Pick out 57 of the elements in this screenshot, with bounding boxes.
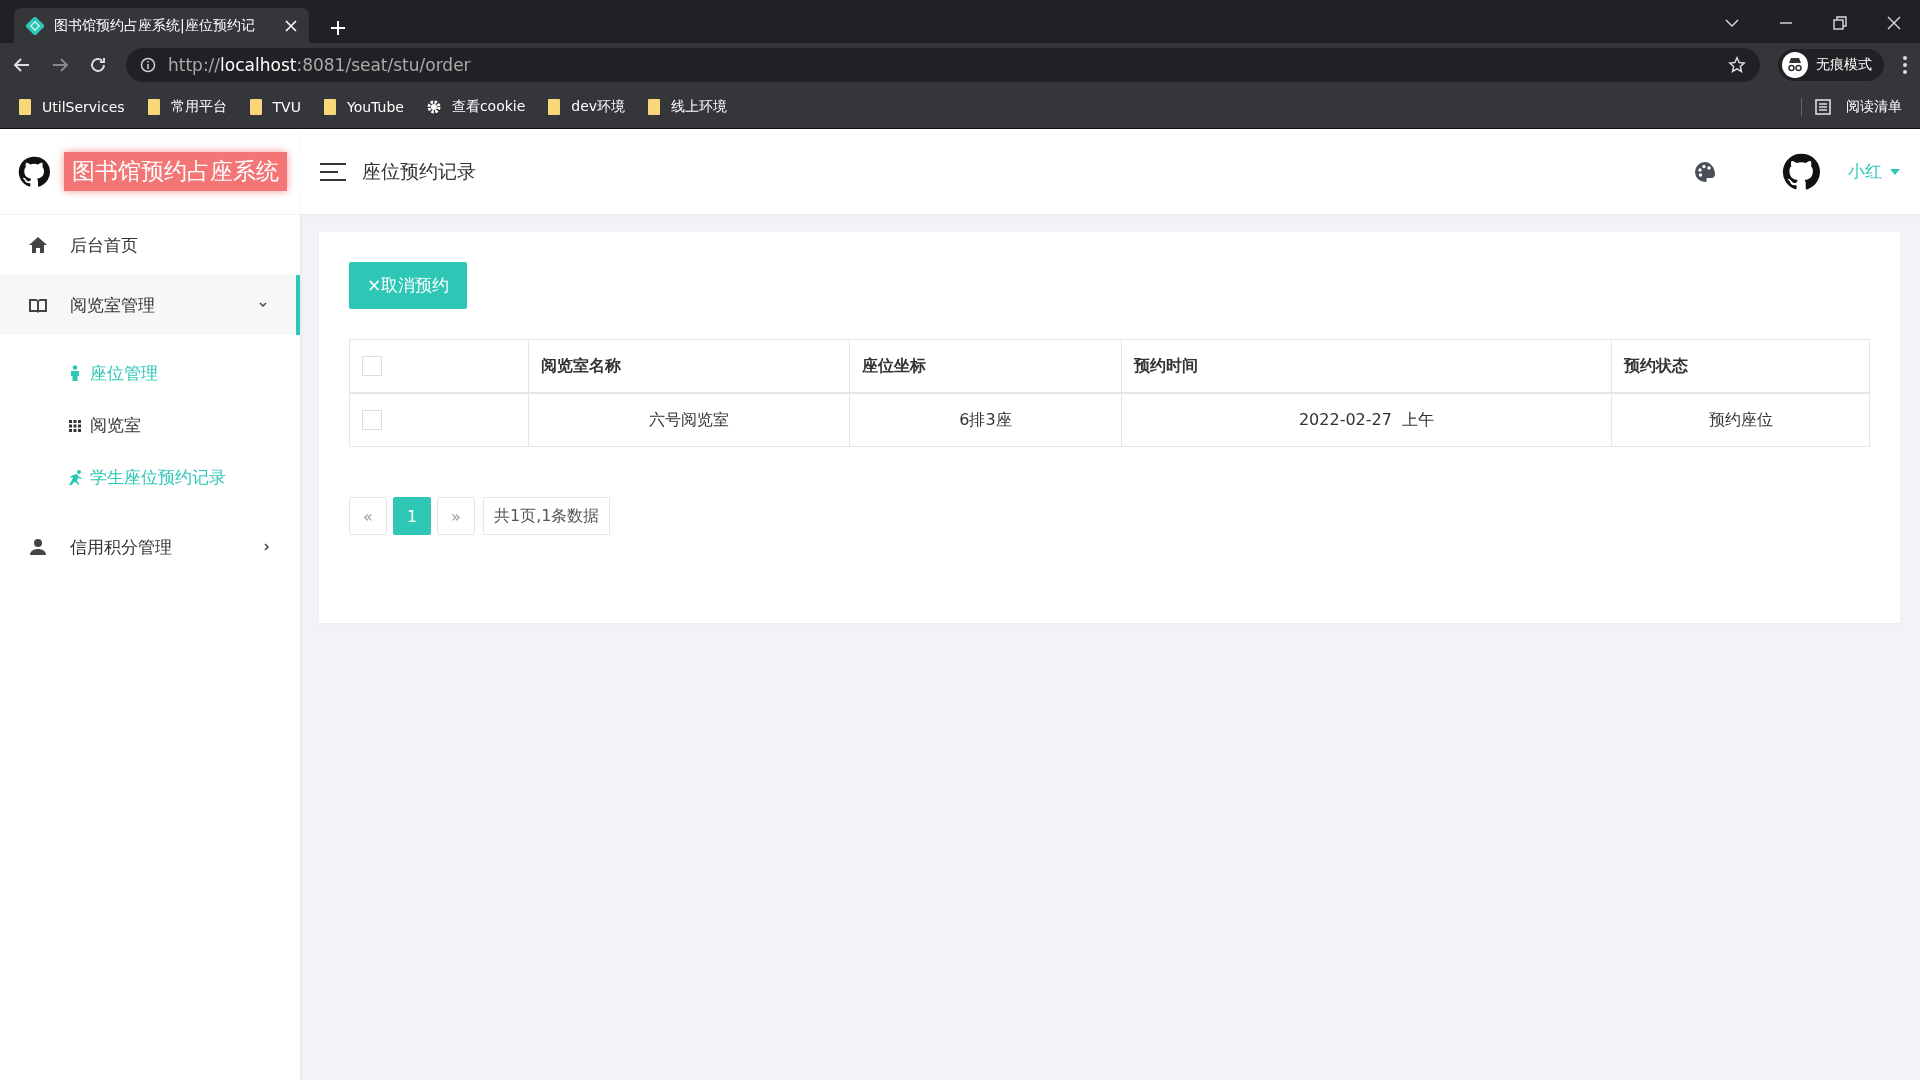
sidebar-item[interactable]: 后台首页 <box>0 215 300 275</box>
palette-icon[interactable] <box>1694 160 1716 183</box>
folder-icon <box>248 98 263 116</box>
bookmark[interactable]: 查看cookie <box>425 98 526 116</box>
app-title: 图书馆预约占座系统 <box>64 152 287 191</box>
table-cell: 六号阅览室 <box>528 393 850 447</box>
github-icon[interactable] <box>1782 152 1820 191</box>
menu-icon[interactable] <box>320 161 346 182</box>
table-cell: 6排3座 <box>849 393 1122 447</box>
sidebar-item[interactable]: 阅览室管理 <box>0 275 300 335</box>
column-header: 座位坐标 <box>849 339 1122 393</box>
info-icon <box>140 56 156 73</box>
sidebar-item[interactable]: 信用积分管理 <box>0 517 300 577</box>
browser-tab[interactable]: 图书馆预约占座系统|座位预约记 <box>14 8 309 43</box>
table-cell: 预约座位 <box>1611 393 1870 447</box>
incognito-badge[interactable]: 无痕模式 <box>1778 48 1884 81</box>
user-icon <box>28 537 48 557</box>
incognito-icon <box>1782 51 1808 78</box>
folder-icon <box>322 98 337 116</box>
new-tab-icon[interactable] <box>329 19 347 37</box>
runner-icon <box>68 469 82 485</box>
close-tab-icon[interactable] <box>285 19 297 32</box>
table-cell: 2022-02-27 上午 <box>1121 393 1612 447</box>
pagination-summary: 共1页,1条数据 <box>483 497 611 535</box>
close-icon[interactable] <box>1886 15 1902 31</box>
caret-icon <box>1890 168 1900 175</box>
column-header: 预约状态 <box>1611 339 1870 393</box>
chevron-icon <box>258 300 268 310</box>
site-icon <box>26 16 44 35</box>
folder-icon <box>647 98 662 116</box>
select-all-checkbox[interactable] <box>362 356 382 376</box>
gear-icon <box>425 98 442 116</box>
column-header: 预约时间 <box>1121 339 1612 393</box>
bookmark[interactable]: 常用平台 <box>146 98 227 116</box>
github-icon <box>18 155 50 188</box>
folder-icon <box>18 98 32 116</box>
chevron-icon <box>262 542 272 552</box>
bookmark[interactable]: TVU <box>248 98 301 116</box>
address-bar[interactable]: http://localhost:8081/seat/stu/order <box>126 47 1760 82</box>
bookmark[interactable]: dev环境 <box>547 98 626 116</box>
submenu-item[interactable]: 阅览室 <box>0 399 300 451</box>
reading-list[interactable]: 阅读清单 <box>1801 98 1902 116</box>
folder-icon <box>547 98 562 116</box>
bookmark[interactable]: 线上环境 <box>647 98 728 116</box>
grid-icon <box>68 417 82 433</box>
home-icon <box>28 235 48 255</box>
menu-icon[interactable] <box>1902 54 1908 75</box>
list-icon <box>1814 98 1832 116</box>
column-header: 阅览室名称 <box>528 339 850 393</box>
person-icon <box>68 365 82 381</box>
bookmark[interactable]: YouTube <box>322 98 404 116</box>
row-checkbox[interactable] <box>362 410 382 430</box>
page-title: 座位预约记录 <box>362 158 476 184</box>
restore-icon[interactable] <box>1832 15 1848 31</box>
bookmark-star-icon[interactable] <box>1728 55 1746 74</box>
folder-icon <box>146 98 161 116</box>
bookmark[interactable]: UtilServices <box>18 98 125 116</box>
